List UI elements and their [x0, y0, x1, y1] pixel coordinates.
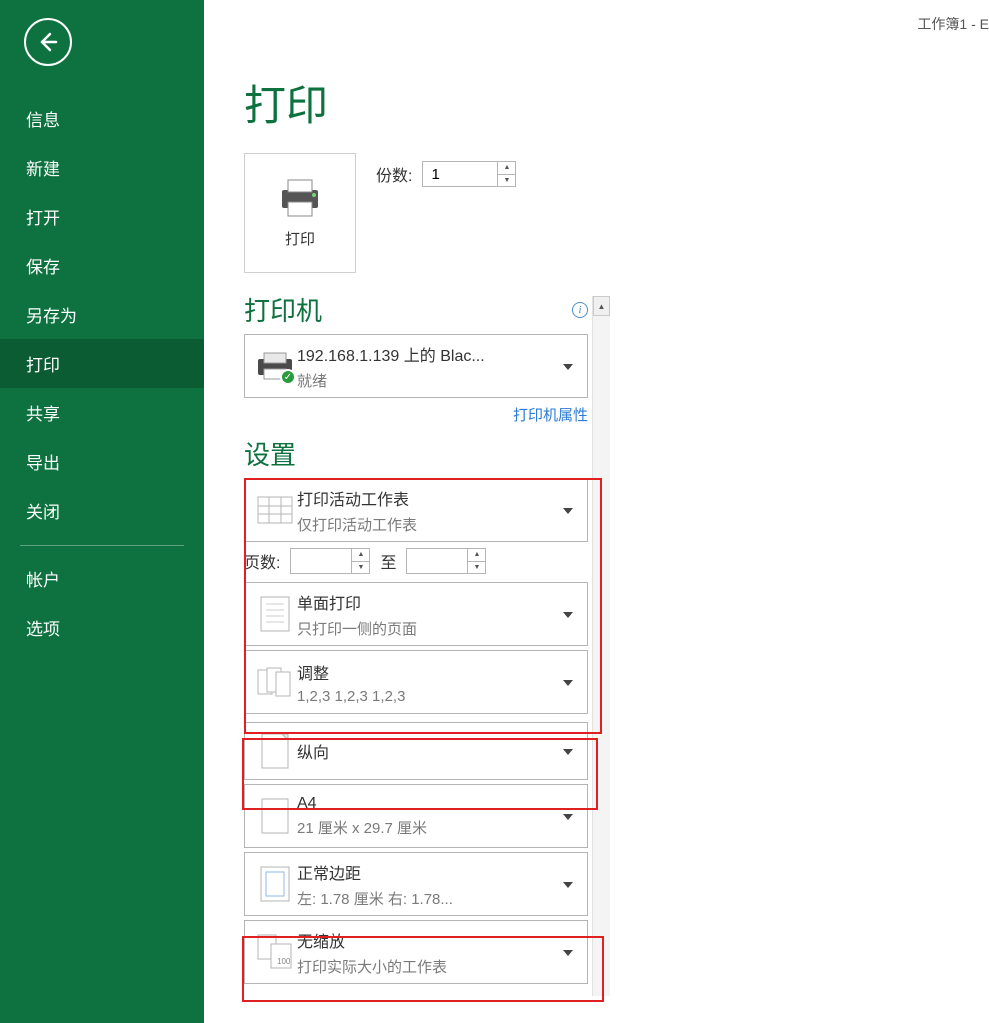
margins-line2: 左: 1.78 厘米 右: 1.78...	[297, 888, 559, 909]
scaling-line2: 打印实际大小的工作表	[297, 956, 559, 977]
info-icon[interactable]: i	[572, 302, 588, 318]
scaling-line1: 无缩放	[297, 928, 559, 952]
sidebar-item-open[interactable]: 打开	[0, 192, 204, 241]
sides-select[interactable]: 单面打印 只打印一侧的页面	[244, 582, 588, 646]
sidebar-divider	[20, 545, 184, 546]
printer-section-title-text: 打印机	[244, 291, 322, 328]
chevron-down-icon	[559, 673, 577, 691]
print-pane: 打印 打印 份数: ▲ ▼	[204, 0, 989, 1023]
chevron-down-icon	[559, 742, 577, 760]
printer-properties-link[interactable]: 打印机属性	[513, 407, 588, 424]
sidebar-item-print[interactable]: 打印	[0, 339, 204, 388]
margins-select[interactable]: 正常边距 左: 1.78 厘米 右: 1.78...	[244, 852, 588, 916]
print-area-line2: 仅打印活动工作表	[297, 514, 559, 535]
collate-icon	[257, 667, 293, 697]
printer-name: 192.168.1.139 上的 Blac...	[297, 342, 559, 366]
sidebar-item-account[interactable]: 帐户	[0, 554, 204, 603]
chevron-down-icon	[559, 501, 577, 519]
copies-label: 份数:	[376, 162, 412, 186]
back-button[interactable]	[24, 18, 72, 66]
margins-icon	[260, 866, 290, 902]
print-area-select[interactable]: 打印活动工作表 仅打印活动工作表	[244, 478, 588, 542]
collation-line2: 1,2,3 1,2,3 1,2,3	[297, 688, 559, 705]
arrow-left-icon	[36, 30, 60, 54]
sides-line2: 只打印一侧的页面	[297, 618, 559, 639]
sidebar-item-save-as[interactable]: 另存为	[0, 290, 204, 339]
print-button[interactable]: 打印	[244, 153, 356, 273]
check-icon: ✓	[280, 369, 296, 385]
paper-size-select[interactable]: A4 21 厘米 x 29.7 厘米	[244, 784, 588, 848]
spin-up-icon[interactable]: ▲	[352, 549, 369, 562]
sidebar-item-save[interactable]: 保存	[0, 241, 204, 290]
collation-line1: 调整	[297, 660, 559, 684]
sides-line1: 单面打印	[297, 590, 559, 614]
portrait-icon	[261, 733, 289, 769]
printer-icon	[276, 178, 324, 218]
svg-text:100: 100	[277, 957, 291, 966]
pages-range-row: 页数: ▲ ▼ 至 ▲ ▼	[244, 548, 588, 574]
spin-up-icon[interactable]: ▲	[468, 549, 485, 562]
pages-to-field[interactable]	[407, 549, 467, 573]
sidebar-menu: 信息 新建 打开 保存 另存为 打印 共享 导出 关闭 帐户 选项	[0, 94, 204, 652]
settings-scrollbar[interactable]: ▲	[592, 296, 610, 996]
orientation-select[interactable]: 纵向	[244, 722, 588, 780]
collation-select[interactable]: 调整 1,2,3 1,2,3 1,2,3	[244, 650, 588, 714]
printer-device-icon: ✓	[256, 351, 294, 381]
printer-select[interactable]: ✓ 192.168.1.139 上的 Blac... 就绪	[244, 334, 588, 398]
sheets-icon	[257, 496, 293, 524]
settings-section-title: 设置	[244, 435, 588, 472]
sidebar-item-options[interactable]: 选项	[0, 603, 204, 652]
chevron-down-icon	[559, 807, 577, 825]
pages-from-spinner[interactable]: ▲ ▼	[351, 549, 369, 573]
pages-from-input[interactable]: ▲ ▼	[290, 548, 370, 574]
copies-input[interactable]: ▲ ▼	[422, 161, 516, 187]
print-button-label: 打印	[285, 228, 315, 249]
sidebar-item-export[interactable]: 导出	[0, 437, 204, 486]
spin-down-icon[interactable]: ▼	[352, 562, 369, 574]
orientation-line1: 纵向	[297, 739, 559, 763]
paper-line1: A4	[297, 795, 559, 813]
page-blank-icon	[261, 798, 289, 834]
pages-to-label: 至	[380, 549, 396, 573]
sidebar-item-new[interactable]: 新建	[0, 143, 204, 192]
pages-to-spinner[interactable]: ▲ ▼	[467, 549, 485, 573]
backstage-sidebar: 信息 新建 打开 保存 另存为 打印 共享 导出 关闭 帐户 选项	[0, 0, 204, 1023]
print-area-line1: 打印活动工作表	[297, 486, 559, 510]
scaling-icon: 100	[257, 934, 293, 970]
paper-line2: 21 厘米 x 29.7 厘米	[297, 817, 559, 838]
spin-up-icon[interactable]: ▲	[498, 162, 515, 175]
settings-section-title-text: 设置	[244, 435, 296, 472]
copies-value-field[interactable]	[423, 162, 497, 186]
pages-label: 页数:	[244, 549, 280, 573]
pages-from-field[interactable]	[291, 549, 351, 573]
chevron-down-icon	[559, 605, 577, 623]
page-title: 打印	[244, 72, 989, 133]
scroll-up-icon[interactable]: ▲	[593, 296, 610, 316]
spin-down-icon[interactable]: ▼	[498, 175, 515, 187]
chevron-down-icon	[559, 875, 577, 893]
page-single-icon	[260, 596, 290, 632]
printer-status: 就绪	[297, 370, 559, 391]
scaling-select[interactable]: 100 无缩放 打印实际大小的工作表	[244, 920, 588, 984]
copies-spinner[interactable]: ▲ ▼	[497, 162, 515, 186]
sidebar-item-close[interactable]: 关闭	[0, 486, 204, 535]
sidebar-item-info[interactable]: 信息	[0, 94, 204, 143]
pages-to-input[interactable]: ▲ ▼	[406, 548, 486, 574]
chevron-down-icon	[559, 943, 577, 961]
copies-row: 份数: ▲ ▼	[376, 161, 516, 187]
margins-line1: 正常边距	[297, 860, 559, 884]
printer-section-title: 打印机 i	[244, 291, 588, 328]
chevron-down-icon	[559, 357, 577, 375]
spin-down-icon[interactable]: ▼	[468, 562, 485, 574]
sidebar-item-share[interactable]: 共享	[0, 388, 204, 437]
